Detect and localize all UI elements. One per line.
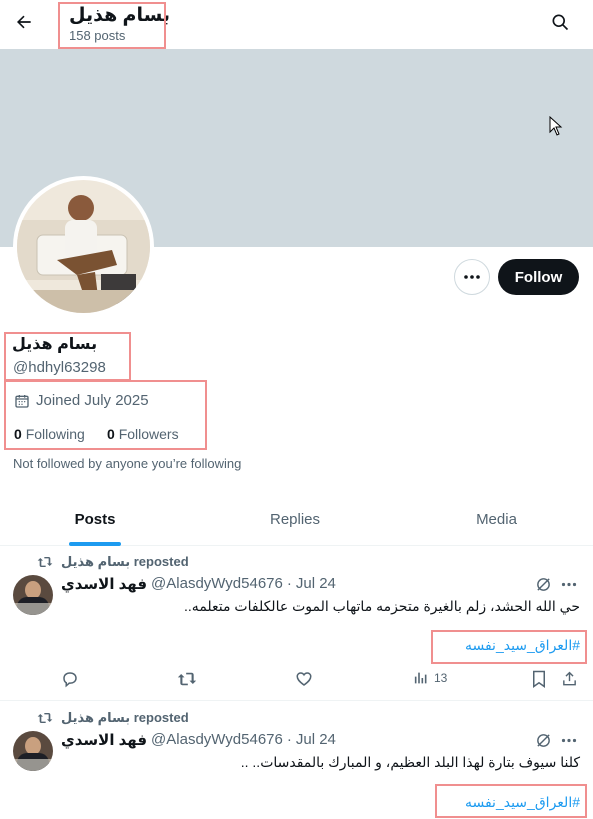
repost-label: بسام هذيل reposted xyxy=(61,710,189,725)
post-more-icon[interactable] xyxy=(561,738,577,743)
post-more-icon[interactable] xyxy=(561,582,577,587)
dot-separator: · xyxy=(286,575,292,592)
annotation-box xyxy=(431,630,587,664)
author-avatar[interactable] xyxy=(13,731,53,771)
dot-separator: · xyxy=(286,731,292,748)
repost-header: بسام هذيل reposted xyxy=(37,710,189,726)
repost-icon xyxy=(37,713,53,723)
post-actions: 13 xyxy=(61,670,581,690)
back-button[interactable] xyxy=(10,8,38,36)
views-stat[interactable]: 13 xyxy=(413,670,447,686)
avatar[interactable] xyxy=(13,176,154,317)
repost-label: بسام هذيل reposted xyxy=(61,554,189,569)
post-text: كلنا سيوف بتارة لهذا البلد العظيم، و الم… xyxy=(240,754,580,770)
mouse-cursor-icon xyxy=(549,116,563,136)
tab-media-label: Media xyxy=(476,511,517,528)
more-icon xyxy=(464,275,480,279)
post-date[interactable]: Jul 24 xyxy=(296,575,336,593)
back-arrow-icon xyxy=(17,15,31,29)
annotation-box xyxy=(435,784,587,818)
grok-icon[interactable] xyxy=(535,732,552,749)
search-button[interactable] xyxy=(546,8,574,36)
author-line: فهد الاسدي @AlasdyWyd54676 · Jul 24 xyxy=(61,575,336,593)
views-count: 13 xyxy=(434,671,448,685)
views-icon xyxy=(414,672,427,684)
author-handle[interactable]: @AlasdyWyd54676 xyxy=(151,731,283,749)
annotation-box xyxy=(58,2,166,49)
avatar-photo xyxy=(17,180,150,313)
post-card[interactable]: بسام هذيل reposted فهد الاسدي @AlasdyWyd… xyxy=(0,702,593,819)
repost-icon xyxy=(37,557,53,567)
share-icon[interactable] xyxy=(561,670,578,688)
tab-posts-label: Posts xyxy=(74,511,116,528)
mutuals-note: Not followed by anyone you’re following xyxy=(13,456,242,471)
repost-header: بسام هذيل reposted xyxy=(37,554,189,570)
grok-icon[interactable] xyxy=(535,576,552,593)
follow-button[interactable]: Follow xyxy=(498,259,579,295)
bookmark-icon[interactable] xyxy=(531,670,547,688)
tab-replies-label: Replies xyxy=(269,511,321,528)
retweet-icon[interactable] xyxy=(177,670,197,688)
author-handle[interactable]: @AlasdyWyd54676 xyxy=(151,575,283,593)
author-line: فهد الاسدي @AlasdyWyd54676 · Jul 24 xyxy=(61,731,336,749)
tab-replies[interactable]: Replies xyxy=(200,493,390,546)
post-card[interactable]: بسام هذيل reposted فهد الاسدي @AlasdyWyd… xyxy=(0,546,593,701)
search-icon xyxy=(552,14,569,31)
annotation-box xyxy=(4,380,207,450)
more-options-button[interactable] xyxy=(454,259,490,295)
tab-media[interactable]: Media xyxy=(400,493,593,546)
post-date[interactable]: Jul 24 xyxy=(296,731,336,749)
tab-posts[interactable]: Posts xyxy=(0,493,190,546)
reply-icon[interactable] xyxy=(61,670,79,688)
author-name[interactable]: فهد الاسدي xyxy=(61,731,147,749)
author-name[interactable]: فهد الاسدي xyxy=(61,575,147,593)
author-avatar[interactable] xyxy=(13,575,53,615)
tab-bar: Posts Replies Media xyxy=(0,493,593,546)
annotation-box xyxy=(4,332,131,381)
post-text: حي الله الحشد، زلم بالغيرة متحزمه ماتهاب… xyxy=(184,598,580,614)
like-icon[interactable] xyxy=(295,670,313,688)
